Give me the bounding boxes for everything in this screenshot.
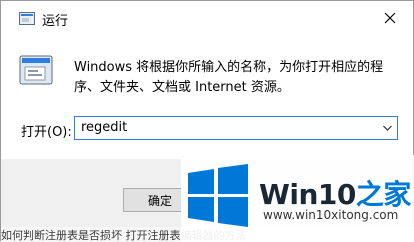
- run-icon: [19, 55, 53, 85]
- watermark-brand: Win10之家: [259, 173, 411, 213]
- run-app-icon: [19, 12, 35, 25]
- close-icon: [384, 12, 396, 24]
- watermark-brand-accent: 之家: [355, 178, 412, 211]
- open-label: 打开(O):: [21, 125, 72, 140]
- run-dialog: 运行 Windows 将根据你所输入的名称，为你打开相应的程序、文件夹、文档或 …: [0, 0, 414, 242]
- command-value[interactable]: regedit: [81, 120, 127, 135]
- watermark-url: www.win10xitong.com: [263, 208, 399, 222]
- close-button[interactable]: [379, 7, 401, 29]
- watermark-brand-main: Win10: [259, 178, 356, 211]
- command-input[interactable]: regedit: [74, 116, 398, 140]
- title-bar[interactable]: 运行: [1, 1, 413, 37]
- description-text: Windows 将根据你所输入的名称，为你打开相应的程序、文件夹、文档或 Int…: [74, 60, 384, 95]
- window-title: 运行: [42, 14, 69, 29]
- chevron-down-icon[interactable]: [383, 124, 392, 132]
- windows-logo-icon: [188, 164, 248, 227]
